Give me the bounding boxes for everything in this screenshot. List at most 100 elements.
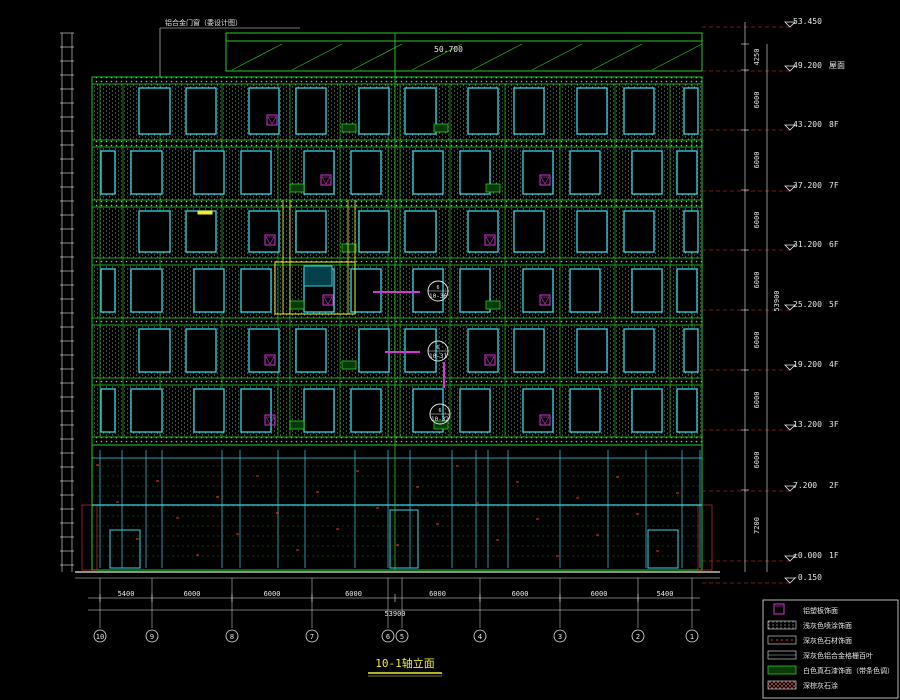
roof-brace bbox=[231, 43, 283, 71]
window bbox=[350, 388, 382, 433]
window bbox=[248, 210, 280, 253]
level-value: 13.200 bbox=[793, 420, 822, 429]
window bbox=[522, 268, 554, 313]
window bbox=[513, 328, 545, 373]
floor-band bbox=[91, 377, 703, 386]
level-label: 3F bbox=[829, 420, 839, 429]
window bbox=[676, 268, 698, 313]
axis-label: 5 bbox=[400, 633, 404, 641]
window bbox=[358, 210, 390, 253]
level-value: 19.200 bbox=[793, 360, 822, 369]
window bbox=[522, 150, 554, 195]
window bbox=[404, 328, 437, 373]
window bbox=[631, 388, 663, 433]
level-label: 7F bbox=[829, 181, 839, 190]
window bbox=[467, 87, 499, 135]
louvre bbox=[341, 360, 357, 370]
facade bbox=[75, 27, 720, 579]
elevation-drawing: 6 10-36 6 10-31 6 10-32 53.450 49.200 屋面 43.200 8F… bbox=[60, 17, 899, 699]
window bbox=[513, 210, 545, 253]
bottom-dim-value: 5400 bbox=[118, 590, 135, 598]
axis-label: 2 bbox=[636, 633, 640, 641]
window bbox=[240, 388, 272, 433]
level-label: 1F bbox=[829, 551, 839, 560]
callout-index: 6 bbox=[436, 285, 439, 291]
bottom-dim-value: 6000 bbox=[184, 590, 201, 598]
window bbox=[193, 268, 225, 313]
window bbox=[303, 388, 335, 433]
floor-band bbox=[91, 139, 703, 148]
legend-swatch bbox=[767, 665, 797, 675]
callout-index: 6 bbox=[436, 345, 439, 351]
roof-brace bbox=[531, 43, 583, 71]
window bbox=[295, 210, 327, 253]
right-dim-value: 6000 bbox=[753, 212, 761, 229]
window bbox=[193, 388, 225, 433]
right-dim-value: 7200 bbox=[753, 517, 761, 534]
louvre bbox=[341, 243, 357, 253]
window bbox=[358, 328, 390, 373]
window bbox=[404, 210, 437, 253]
floor-band bbox=[91, 317, 703, 326]
window bbox=[459, 388, 491, 433]
window bbox=[130, 268, 163, 313]
window bbox=[303, 150, 335, 195]
window bbox=[522, 388, 554, 433]
window bbox=[295, 87, 327, 135]
bottom-dim-value: 6000 bbox=[264, 590, 281, 598]
window bbox=[576, 210, 608, 253]
top-note: 铝合金门窗（委设计图） bbox=[165, 18, 242, 27]
window bbox=[569, 268, 601, 313]
window bbox=[683, 87, 699, 135]
window bbox=[623, 210, 655, 253]
parapet-value: 50.700 bbox=[434, 45, 463, 54]
total-width-dim: 53900 bbox=[384, 610, 405, 618]
window bbox=[138, 87, 171, 135]
window bbox=[404, 87, 437, 135]
callout-label: 10-31 bbox=[429, 353, 447, 360]
window bbox=[683, 328, 699, 373]
legend-text: 深棕灰石涂 bbox=[803, 681, 838, 690]
level-value: 49.200 bbox=[793, 61, 822, 70]
window bbox=[350, 150, 382, 195]
floor-band bbox=[91, 199, 703, 208]
window bbox=[138, 210, 171, 253]
window bbox=[569, 150, 601, 195]
axis-label: 7 bbox=[310, 633, 314, 641]
legend-text: 铝塑板饰面 bbox=[803, 606, 838, 615]
floor-band bbox=[91, 436, 703, 446]
louvre bbox=[485, 300, 501, 310]
floor-band bbox=[91, 257, 703, 266]
window bbox=[358, 87, 390, 135]
window bbox=[412, 150, 444, 195]
louvre bbox=[341, 123, 357, 133]
window bbox=[576, 87, 608, 135]
bottom-dim-value: 6000 bbox=[591, 590, 608, 598]
axis-label: 4 bbox=[478, 633, 482, 641]
level-label: 8F bbox=[829, 120, 839, 129]
window bbox=[631, 268, 663, 313]
axis-label: 9 bbox=[150, 633, 154, 641]
roof-brace bbox=[651, 43, 703, 71]
bottom-dim-value: 6000 bbox=[512, 590, 529, 598]
legend-text: 白色真石漆饰面（带条色调） bbox=[803, 666, 894, 675]
window bbox=[248, 87, 280, 135]
window bbox=[100, 268, 116, 313]
axis-label: 6 bbox=[386, 633, 390, 641]
right-dim-value: 6000 bbox=[753, 332, 761, 349]
window bbox=[683, 210, 699, 253]
window bbox=[295, 328, 327, 373]
window bbox=[185, 210, 217, 253]
window bbox=[467, 210, 499, 253]
feature-panel bbox=[303, 265, 333, 287]
level-value: 7.200 bbox=[793, 481, 817, 490]
axis-label: 8 bbox=[230, 633, 234, 641]
window bbox=[467, 328, 499, 373]
right-dim-value: 6000 bbox=[753, 152, 761, 169]
callout-label: 10-36 bbox=[429, 293, 447, 300]
louvre bbox=[289, 300, 305, 310]
window bbox=[459, 268, 491, 313]
level-label: 屋面 bbox=[829, 61, 845, 70]
level-value: 43.200 bbox=[793, 120, 822, 129]
louvre bbox=[289, 420, 305, 430]
